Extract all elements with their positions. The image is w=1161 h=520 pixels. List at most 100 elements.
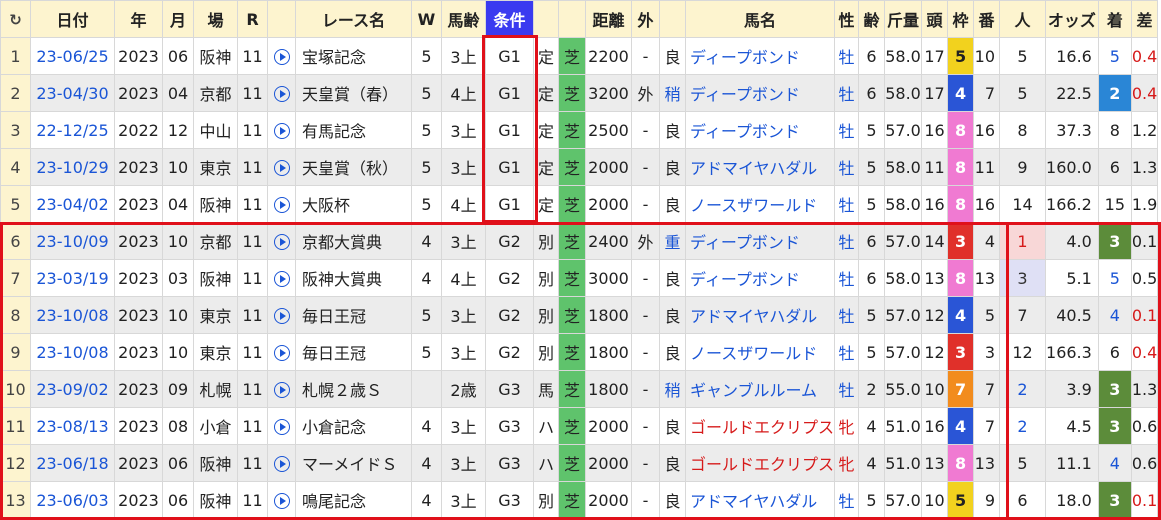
play-video-icon[interactable] [267, 333, 296, 371]
table-row[interactable]: 1 23-06/25 2023 06 阪神 11 宝塚記念 5 3上 G1 定芝 2200- 良ディープ… [0, 37, 1159, 75]
race-date-link[interactable]: 23-04/30 [30, 74, 115, 112]
race-date-link[interactable]: 23-10/08 [30, 333, 115, 371]
outer-course-cell: - [631, 444, 660, 482]
weight-cell: 57.0 [884, 296, 923, 334]
play-video-icon[interactable] [267, 222, 296, 260]
header-odds[interactable]: オッズ [1045, 0, 1099, 38]
year-cell: 2023 [114, 333, 163, 371]
table-row[interactable]: 5 23-04/02 2023 04 阪神 11 大阪杯 5 4上 G1 定芝 2000- 良ノースザワ… [0, 185, 1159, 223]
header-waku[interactable]: 枠 [947, 0, 975, 38]
surface-cell: 芝 [558, 185, 586, 223]
horse-name-link[interactable]: アドマイヤハダル [684, 148, 836, 186]
play-video-icon[interactable] [267, 185, 296, 223]
horse-name-link[interactable]: アドマイヤハダル [684, 296, 836, 334]
table-row[interactable]: 7 23-03/19 2023 03 阪神 11 阪神大賞典 4 4上 G2 別芝 3000- 良ディー… [0, 259, 1159, 297]
month-cell: 03 [162, 259, 194, 297]
header-play[interactable] [267, 0, 296, 38]
table-row[interactable]: 13 23-06/03 2023 06 阪神 11 鳴尾記念 4 3上 G3 別芝 2000- 良アドマ… [0, 481, 1159, 519]
table-row[interactable]: 3 22-12/25 2022 12 中山 11 有馬記念 5 3上 G1 定芝 2500- 良ディープ… [0, 111, 1159, 149]
header-year[interactable]: 年 [114, 0, 163, 38]
race-date-link[interactable]: 23-09/02 [30, 370, 115, 408]
header-r[interactable]: R [237, 0, 268, 38]
play-video-icon[interactable] [267, 148, 296, 186]
place-cell: 東京 [193, 333, 238, 371]
play-video-icon[interactable] [267, 370, 296, 408]
distance-cell: 2000 [585, 444, 632, 482]
table-row[interactable]: 2 23-04/30 2023 04 京都 11 天皇賞（春） 5 4上 G1 定芝 3200 外稍ディ… [0, 74, 1159, 112]
play-video-icon[interactable] [267, 296, 296, 334]
play-video-icon[interactable] [267, 444, 296, 482]
track-condition-cell: 良 [659, 111, 686, 149]
race-date-link[interactable]: 23-08/13 [30, 407, 115, 445]
header-kind[interactable] [533, 0, 559, 38]
race-date-link[interactable]: 23-06/03 [30, 481, 115, 519]
race-date-link[interactable]: 23-03/19 [30, 259, 115, 297]
horse-name-link[interactable]: ディープボンド [684, 111, 836, 149]
header-horse[interactable]: 馬名 [684, 0, 836, 38]
header-sa[interactable]: 差 [1130, 0, 1159, 38]
race-date-link[interactable]: 23-10/08 [30, 296, 115, 334]
header-w[interactable]: W [411, 0, 442, 38]
table-row[interactable]: 10 23-09/02 2023 09 札幌 11 札幌２歳Ｓ 2歳 G3 馬芝 1800- 稍ギャン… [0, 370, 1159, 408]
header-race[interactable]: レース名 [295, 0, 412, 38]
header-baba[interactable] [659, 0, 686, 38]
horse-name-link[interactable]: ディープボンド [684, 259, 836, 297]
horse-name-link[interactable]: ディープボンド [684, 222, 836, 260]
horse-name-link[interactable]: ギャンブルルーム [684, 370, 836, 408]
header-date[interactable]: 日付 [30, 0, 115, 38]
horse-name-link[interactable]: ディープボンド [684, 37, 836, 75]
header-sex[interactable]: 性 [834, 0, 860, 38]
play-video-icon[interactable] [267, 259, 296, 297]
popularity-cell: 7 [999, 296, 1047, 334]
header-surface[interactable] [558, 0, 586, 38]
race-date-link[interactable]: 23-04/02 [30, 185, 115, 223]
horse-name-link[interactable]: ゴールドエクリプス [684, 407, 836, 445]
header-ban[interactable]: 番 [973, 0, 1001, 38]
header-month[interactable]: 月 [162, 0, 194, 38]
header-kin[interactable]: 斤量 [884, 0, 923, 38]
table-row[interactable]: 6 23-10/09 2023 10 京都 11 京都大賞典 4 3上 G2 別芝 2400 外重ディー… [0, 222, 1159, 260]
horse-name-link[interactable]: ノースザワールド [684, 333, 836, 371]
play-video-icon[interactable] [267, 111, 296, 149]
table-row[interactable]: 11 23-08/13 2023 08 小倉 11 小倉記念 4 3上 G3 ハ芝 2000- 良ゴール… [0, 407, 1159, 445]
race-date-link[interactable]: 23-10/29 [30, 148, 115, 186]
horse-name-link[interactable]: ゴールドエクリプス [684, 444, 836, 482]
play-video-icon[interactable] [267, 481, 296, 519]
play-video-icon[interactable] [267, 74, 296, 112]
reload-icon[interactable]: ↻ [0, 0, 31, 38]
play-video-icon[interactable] [267, 407, 296, 445]
race-date-link[interactable]: 23-06/25 [30, 37, 115, 75]
race-date-link[interactable]: 22-12/25 [30, 111, 115, 149]
header-age[interactable]: 馬齢 [441, 0, 486, 38]
header-dist[interactable]: 距離 [585, 0, 632, 38]
table-row[interactable]: 8 23-10/08 2023 10 東京 11 毎日王冠 5 3上 G2 別芝 1800- 良アドマイ… [0, 296, 1159, 334]
header-place[interactable]: 場 [193, 0, 238, 38]
odds-cell: 22.5 [1045, 74, 1099, 112]
race-date-link[interactable]: 23-06/18 [30, 444, 115, 482]
outer-course-cell: - [631, 370, 660, 408]
header-rei[interactable]: 齢 [858, 0, 886, 38]
table-row[interactable]: 12 23-06/18 2023 06 阪神 11 マーメイドＳ 4 3上 G3 ハ芝 2000- 良ゴ… [0, 444, 1159, 482]
row-number: 7 [0, 259, 31, 297]
header-nin[interactable]: 人 [999, 0, 1047, 38]
race-date-link[interactable]: 23-10/09 [30, 222, 115, 260]
place-cell: 小倉 [193, 407, 238, 445]
play-video-icon[interactable] [267, 37, 296, 75]
table-row[interactable]: 9 23-10/08 2023 10 東京 11 毎日王冠 5 3上 G2 別芝 1800- 良ノースザ… [0, 333, 1159, 371]
table-row[interactable]: 4 23-10/29 2023 10 東京 11 天皇賞（秋） 5 3上 G1 定芝 2000- 良アド… [0, 148, 1159, 186]
header-cond[interactable]: 条件 [485, 0, 534, 38]
distance-cell: 2200 [585, 37, 632, 75]
horse-name-link[interactable]: ノースザワールド [684, 185, 836, 223]
place-cell: 阪神 [193, 481, 238, 519]
race-name-cell: 阪神大賞典 [295, 259, 412, 297]
header-tou[interactable]: 頭 [921, 0, 949, 38]
race-number-cell: 11 [237, 407, 268, 445]
horse-name-link[interactable]: アドマイヤハダル [684, 481, 836, 519]
horse-name-link[interactable]: ディープボンド [684, 74, 836, 112]
header-soto[interactable]: 外 [631, 0, 660, 38]
grade-cell: G1 [485, 37, 534, 75]
race-results-table: ↻ 日付年月場 R レース名 W 馬齢 条件 距離外馬名性齢斤量頭枠番人オッズ着差 1 23-0… [0, 0, 1159, 519]
outer-course-cell: 外 [631, 222, 660, 260]
margin-cell: 1.9 [1130, 185, 1159, 223]
header-chaku[interactable]: 着 [1097, 0, 1132, 38]
